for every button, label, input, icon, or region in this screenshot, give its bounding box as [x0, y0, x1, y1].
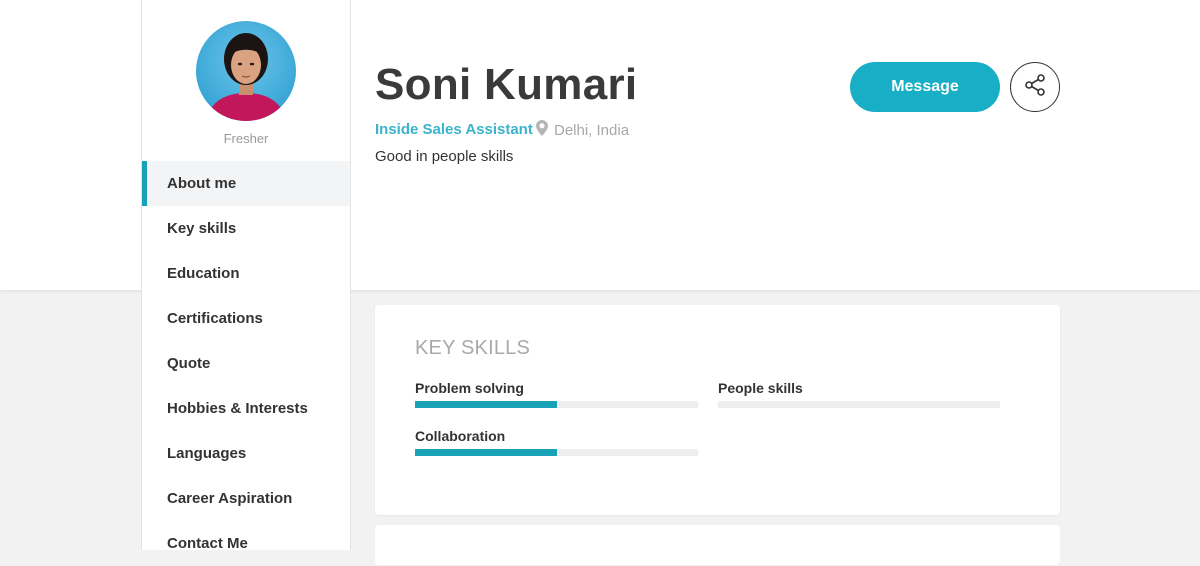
skill-name: Collaboration	[415, 428, 506, 444]
skill-item: Collaboration	[415, 428, 698, 456]
nav-item-languages[interactable]: Languages	[142, 431, 350, 476]
key-skills-card: KEY SKILLS Problem solving People skills…	[375, 305, 1060, 515]
nav-item-certifications[interactable]: Certifications	[142, 296, 350, 341]
location: Delhi, India	[536, 120, 629, 140]
share-icon	[1023, 73, 1047, 102]
job-title: Inside Sales Assistant	[375, 121, 533, 138]
nav-item-quote[interactable]: Quote	[142, 341, 350, 386]
location-text: Delhi, India	[554, 121, 630, 139]
message-button[interactable]: Message	[850, 62, 1000, 112]
bio-text: Good in people skills	[375, 148, 514, 165]
nav-item-contact-me[interactable]: Contact Me	[142, 521, 350, 566]
skill-progress-track	[415, 401, 698, 408]
skill-progress-track	[415, 449, 698, 456]
map-pin-icon	[536, 120, 548, 140]
share-button[interactable]	[1010, 62, 1060, 112]
experience-status: Fresher	[223, 131, 269, 146]
skill-item: People skills	[718, 380, 1000, 408]
skill-name: Problem solving	[415, 380, 524, 396]
skill-item: Problem solving	[415, 380, 698, 408]
skill-progress-fill	[415, 401, 557, 408]
next-section-card	[375, 525, 1060, 565]
nav-item-key-skills[interactable]: Key skills	[142, 206, 350, 251]
nav-item-career-aspiration[interactable]: Career Aspiration	[142, 476, 350, 521]
skill-progress-track	[718, 401, 1000, 408]
nav-item-about-me[interactable]: About me	[142, 161, 350, 206]
key-skills-title: KEY SKILLS	[415, 337, 531, 359]
nav-item-education[interactable]: Education	[142, 251, 350, 296]
avatar	[196, 21, 296, 121]
skill-name: People skills	[718, 380, 803, 396]
profile-nav: About me Key skills Education Certificat…	[142, 161, 350, 566]
nav-item-hobbies-interests[interactable]: Hobbies & Interests	[142, 386, 350, 431]
skill-progress-fill	[415, 449, 557, 456]
profile-name: Soni Kumari	[375, 60, 638, 109]
profile-sidebar: Fresher About me Key skills Education Ce…	[141, 0, 351, 552]
